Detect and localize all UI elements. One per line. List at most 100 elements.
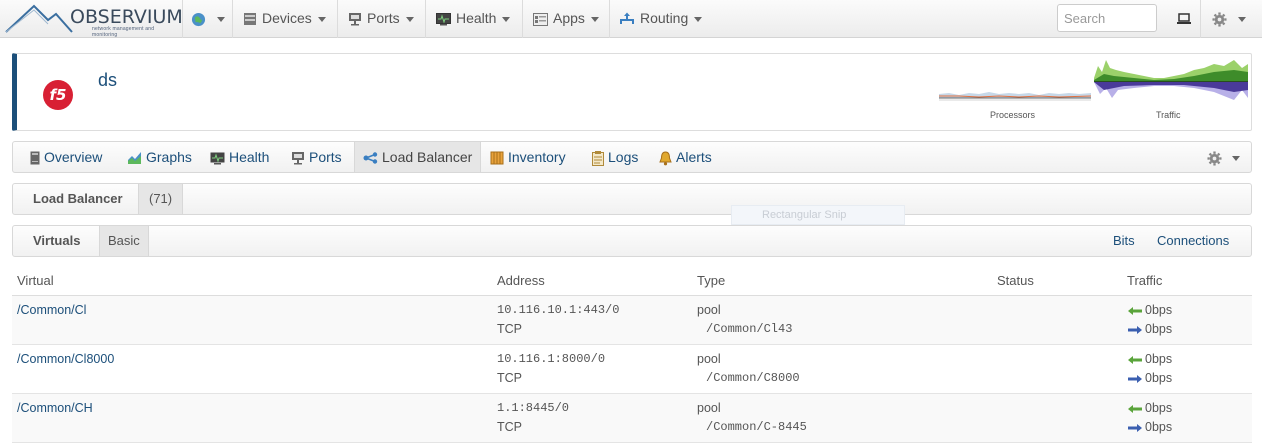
nav-health[interactable]: Health <box>436 0 511 38</box>
tab-load-balancer[interactable]: Load Balancer <box>354 142 482 172</box>
virtual-link[interactable]: /Common/Cl <box>17 303 86 317</box>
nav-routing-label: Routing <box>640 10 689 26</box>
observium-swoosh-icon <box>5 4 73 33</box>
arrow-right-icon <box>1128 423 1142 432</box>
nav-divider <box>425 0 426 38</box>
tab-label: Inventory <box>508 149 566 165</box>
traffic-out: 0bps <box>1128 322 1172 336</box>
chevron-down-icon <box>1232 155 1240 161</box>
traffic-out-value: 0bps <box>1145 420 1173 434</box>
tab-label: Overview <box>44 149 103 165</box>
virtual-protocol: TCP <box>497 371 522 385</box>
device-settings-menu[interactable] <box>1207 142 1240 172</box>
col-status[interactable]: Status <box>997 266 1034 296</box>
tab-label: Graphs <box>146 149 192 165</box>
nav-devices[interactable]: Devices <box>243 0 326 38</box>
load-balancer-title: Load Balancer <box>33 191 123 206</box>
arrow-left-icon <box>1128 306 1142 315</box>
basic-view-button[interactable]: Basic <box>99 226 149 256</box>
traffic-out-value: 0bps <box>1145 371 1173 385</box>
tab-inventory[interactable]: Inventory <box>490 142 566 172</box>
device-hostname[interactable]: ds <box>98 70 117 91</box>
tab-graphs[interactable]: Graphs <box>127 142 192 172</box>
f5-vendor-logo: f5 <box>43 80 73 110</box>
nav-routing[interactable]: Routing <box>620 0 703 38</box>
load-balancer-bar: Load Balancer (71) <box>12 183 1252 215</box>
tab-label: Logs <box>608 149 639 165</box>
overview-icon <box>30 151 40 165</box>
chevron-down-icon <box>502 16 511 22</box>
device-header: f5 ds Processors Traffic <box>12 53 1252 131</box>
inventory-icon <box>490 151 504 165</box>
health-icon <box>210 152 225 165</box>
gear-icon <box>1207 151 1222 166</box>
search-input[interactable] <box>1057 4 1157 32</box>
virtual-pool: /Common/C-8445 <box>706 420 807 434</box>
globe-icon <box>191 12 206 26</box>
chevron-down-icon <box>217 16 225 22</box>
processors-graph-label: Processors <box>990 110 1036 120</box>
arrow-right-icon <box>1128 374 1142 383</box>
col-virtual[interactable]: Virtual <box>17 266 54 296</box>
table-row: /Common/CH 1.1:8445/0 TCP pool /Common/C… <box>12 394 1252 443</box>
rectangular-snip-overlay: Rectangular Snip <box>731 205 905 225</box>
nav-health-label: Health <box>456 10 497 26</box>
virtual-address: 10.116.10.1:443/0 <box>497 303 620 317</box>
nav-ports-label: Ports <box>367 10 400 26</box>
server-icon <box>244 13 256 26</box>
virtual-link[interactable]: /Common/CH <box>17 401 93 415</box>
traffic-out: 0bps <box>1128 420 1172 434</box>
bell-icon <box>659 151 672 166</box>
tab-logs[interactable]: Logs <box>592 142 638 172</box>
apps-grid-icon <box>533 12 548 26</box>
tab-alerts[interactable]: Alerts <box>659 142 712 172</box>
virtuals-bar: Virtuals Basic Bits Connections <box>12 225 1252 257</box>
connections-view-link[interactable]: Connections <box>1157 226 1229 256</box>
routing-icon <box>620 12 634 25</box>
tab-ports[interactable]: Ports <box>291 142 342 172</box>
globe-menu[interactable] <box>191 0 225 38</box>
traffic-in-value: 0bps <box>1145 303 1173 317</box>
nav-ports[interactable]: Ports <box>348 0 414 38</box>
col-address[interactable]: Address <box>497 266 545 296</box>
settings-menu[interactable] <box>1212 0 1246 38</box>
virtual-type: pool <box>697 401 721 415</box>
health-monitor-icon <box>436 12 451 26</box>
chevron-down-icon <box>694 16 703 22</box>
share-icon <box>363 152 378 164</box>
virtuals-title: Virtuals <box>33 233 81 248</box>
chevron-down-icon <box>1238 16 1246 22</box>
traffic-out: 0bps <box>1128 371 1172 385</box>
processors-sparkline[interactable] <box>939 84 1091 106</box>
laptop-button[interactable] <box>1176 0 1197 38</box>
ports-icon <box>292 152 304 165</box>
chevron-down-icon <box>317 16 326 22</box>
virtual-protocol: TCP <box>497 322 522 336</box>
observium-logo[interactable]: OBSERVIUM network management and monitor… <box>4 2 183 38</box>
snip-label: Rectangular Snip <box>762 209 847 221</box>
traffic-in: 0bps <box>1128 401 1172 415</box>
nav-apps[interactable]: Apps <box>533 0 599 38</box>
nav-divider <box>1200 0 1201 38</box>
tab-label: Ports <box>309 149 342 165</box>
top-navbar: OBSERVIUM network management and monitor… <box>0 0 1262 38</box>
bits-view-link[interactable]: Bits <box>1113 226 1135 256</box>
laptop-icon <box>1177 13 1191 25</box>
traffic-out-value: 0bps <box>1145 322 1173 336</box>
arrow-right-icon <box>1128 325 1142 334</box>
tab-overview[interactable]: Overview <box>30 142 102 172</box>
virtual-pool: /Common/Cl43 <box>706 322 793 336</box>
traffic-sparkline[interactable] <box>1094 58 1248 106</box>
traffic-in: 0bps <box>1128 352 1172 366</box>
gear-icon <box>1212 12 1227 27</box>
tab-label: Health <box>229 149 270 165</box>
nav-divider <box>232 0 233 38</box>
tab-health[interactable]: Health <box>210 142 269 172</box>
virtual-link[interactable]: /Common/Cl8000 <box>17 352 114 366</box>
col-traffic[interactable]: Traffic <box>1127 266 1162 296</box>
load-balancer-count[interactable]: (71) <box>138 184 184 214</box>
col-type[interactable]: Type <box>697 266 725 296</box>
chevron-down-icon <box>590 16 599 22</box>
table-row: /Common/Cl8000 10.116.1:8000/0 TCP pool … <box>12 345 1252 394</box>
nav-divider <box>182 0 183 38</box>
